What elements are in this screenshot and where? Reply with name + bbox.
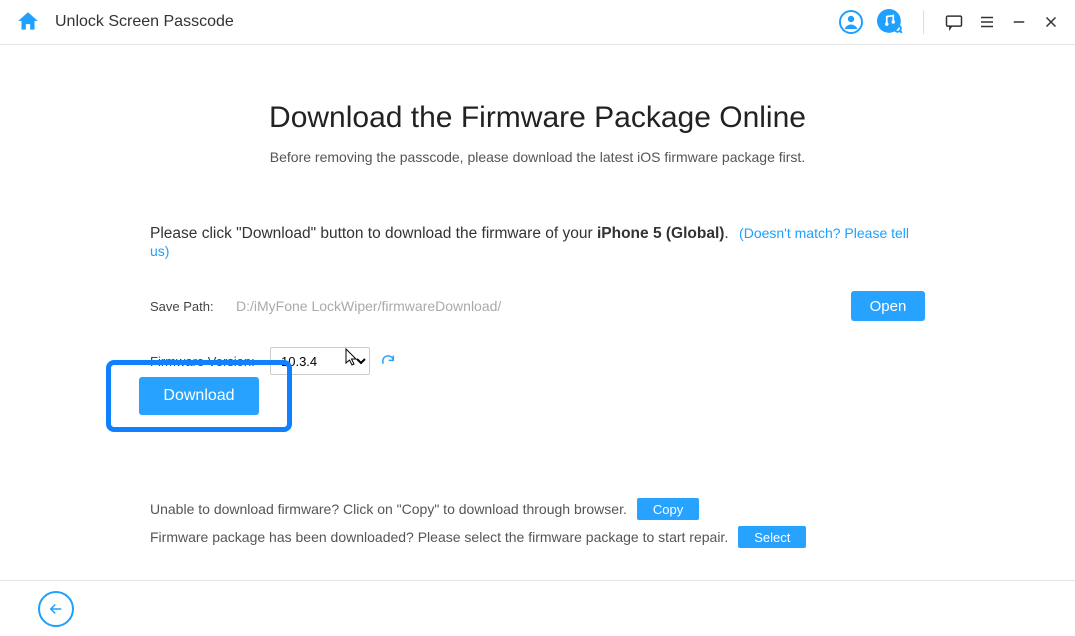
account-icon[interactable] — [839, 10, 863, 34]
home-icon[interactable] — [15, 9, 41, 35]
copy-help-text: Unable to download firmware? Click on "C… — [150, 501, 627, 517]
open-button[interactable]: Open — [851, 291, 925, 321]
heading: Download the Firmware Package Online — [0, 101, 1075, 135]
back-button[interactable] — [38, 591, 74, 627]
main-content: Download the Firmware Package Online Bef… — [0, 45, 1075, 375]
titlebar: Unlock Screen Passcode — [0, 0, 1075, 45]
close-button[interactable] — [1042, 13, 1060, 31]
menu-icon[interactable] — [978, 13, 996, 31]
copy-row: Unable to download firmware? Click on "C… — [150, 498, 806, 520]
titlebar-actions — [839, 9, 1060, 35]
instruction-line: Please click "Download" button to downlo… — [150, 225, 925, 261]
download-highlight: Download — [106, 360, 292, 432]
feedback-icon[interactable] — [944, 12, 964, 32]
subheading: Before removing the passcode, please dow… — [0, 149, 1075, 165]
help-block: Unable to download firmware? Click on "C… — [150, 498, 806, 554]
copy-button[interactable]: Copy — [637, 498, 699, 520]
page-title: Unlock Screen Passcode — [55, 13, 839, 31]
select-help-text: Firmware package has been downloaded? Pl… — [150, 529, 728, 545]
minimize-button[interactable] — [1010, 13, 1028, 31]
save-path-row: Save Path: D:/iMyFone LockWiper/firmware… — [150, 291, 925, 321]
separator — [923, 10, 924, 34]
music-search-icon[interactable] — [877, 9, 903, 35]
instruction-prefix: Please click "Download" button to downlo… — [150, 225, 597, 242]
instruction-suffix: . — [724, 225, 728, 242]
footer — [0, 580, 1075, 636]
select-row: Firmware package has been downloaded? Pl… — [150, 526, 806, 548]
refresh-icon[interactable] — [380, 353, 396, 369]
save-path-label: Save Path: — [150, 299, 220, 314]
select-button[interactable]: Select — [738, 526, 806, 548]
save-path-value: D:/iMyFone LockWiper/firmwareDownload/ — [236, 298, 835, 314]
download-button[interactable]: Download — [139, 377, 259, 415]
device-name: iPhone 5 (Global) — [597, 225, 724, 242]
